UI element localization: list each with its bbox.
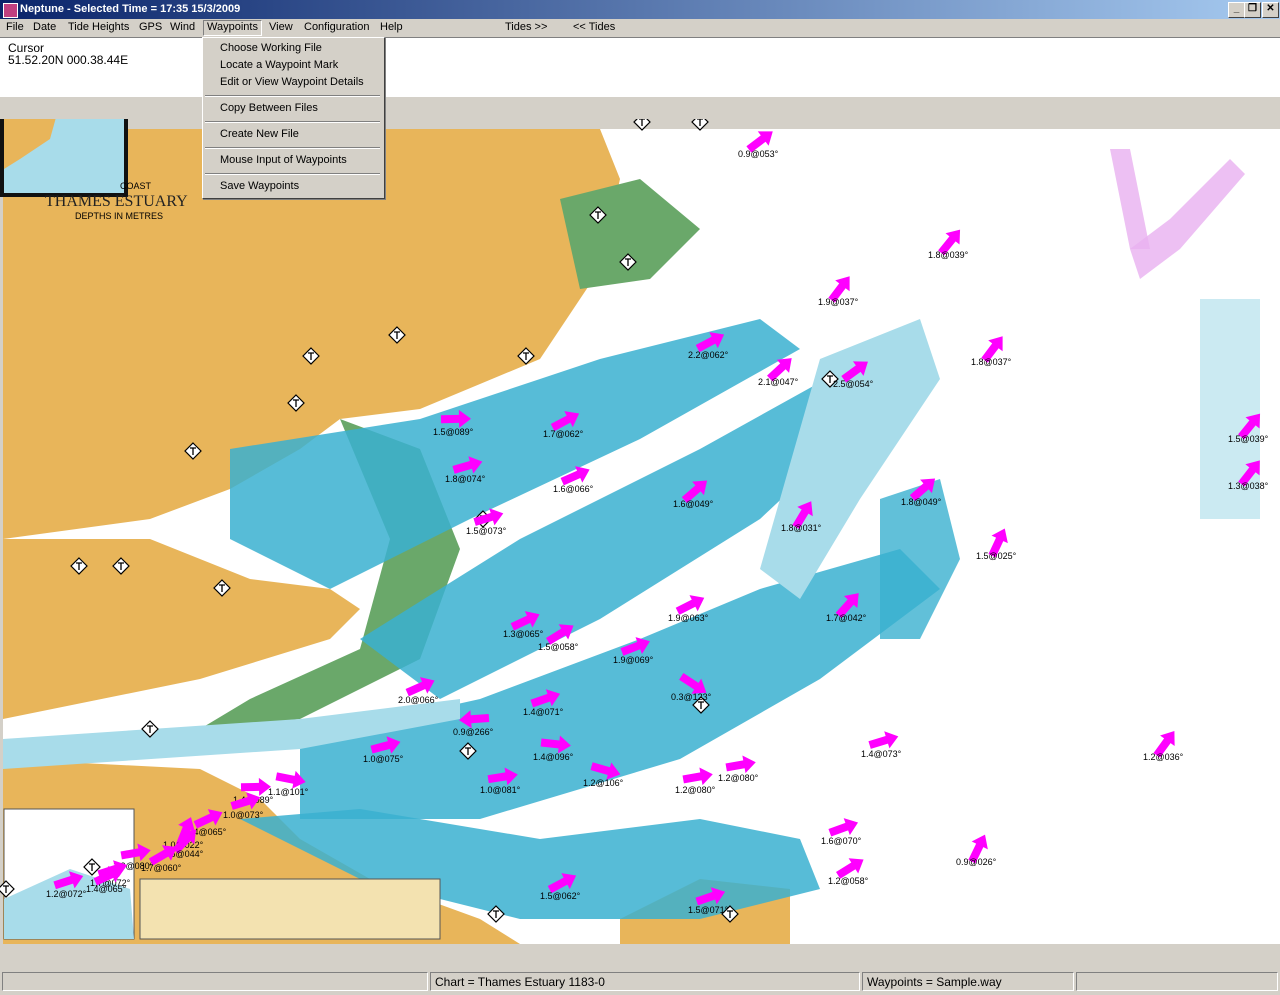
status-chart: Chart = Thames Estuary 1183-0 [430, 972, 860, 991]
menu-locate-waypoint[interactable]: Locate a Waypoint Mark [220, 59, 338, 71]
menu-gps[interactable]: GPS [136, 21, 165, 35]
chart-subtitle: DEPTHS IN METRES [75, 211, 163, 221]
chart-title: THAMES ESTUARY [45, 193, 188, 210]
tidal-stream-label: 0.9@026° [956, 857, 997, 867]
tidal-stream-label: 1.1@101° [268, 787, 309, 797]
tidal-stream-label: 1.4@065° [86, 884, 127, 894]
menu-date[interactable]: Date [30, 21, 59, 35]
cursor-position: 51.52.20N 000.38.44E [8, 53, 129, 67]
tidal-stream-label: 2.1@047° [758, 377, 799, 387]
tidal-stream-label: 1.8@031° [781, 523, 822, 533]
tidal-stream-label: 1.8@037° [971, 357, 1012, 367]
tidal-stream-label: 1.2@058° [828, 876, 869, 886]
tidal-stream-label: 1.8@049° [901, 497, 942, 507]
tidal-stream-label: 1.5@073° [466, 526, 507, 536]
chart-view[interactable]: COAST THAMES ESTUARY DEPTHS IN METRES 0.… [0, 119, 1280, 969]
window-title: Neptune - Selected Time = 17:35 15/3/200… [20, 3, 241, 15]
minimize-button[interactable]: _ [1228, 2, 1245, 18]
menu-choose-working-file[interactable]: Choose Working File [220, 42, 322, 54]
tides-back-button[interactable]: << Tides [570, 21, 618, 35]
status-cell-extra [1076, 972, 1278, 991]
tidal-stream-label: 1.7@060° [141, 863, 182, 873]
menu-tide-heights[interactable]: Tide Heights [65, 21, 132, 35]
tidal-stream-label: 1.2@080° [718, 773, 759, 783]
menu-separator [205, 121, 380, 123]
tidal-stream-label: 1.0@073° [223, 810, 264, 820]
tidal-stream-label: 1.5@071° [688, 905, 729, 915]
menu-separator [205, 173, 380, 175]
tidal-stream-label: 1.2@036° [1143, 752, 1184, 762]
tidal-stream-label: 1.9@037° [818, 297, 859, 307]
tidal-stream-label: 1.5@089° [433, 427, 474, 437]
menu-separator [205, 147, 380, 149]
tidal-levels-table [139, 878, 441, 940]
tool-band [0, 97, 1280, 120]
tidal-stream-label: 1.5@039° [1228, 434, 1269, 444]
restore-button[interactable]: ❐ [1244, 2, 1261, 18]
menu-waypoints[interactable]: Waypoints [203, 20, 262, 36]
app-icon[interactable] [3, 3, 18, 18]
tidal-stream-label: 1.6@070° [821, 836, 862, 846]
menu-view[interactable]: View [266, 21, 296, 35]
menu-file[interactable]: File [3, 21, 27, 35]
tidal-stream-label: 1.5@025° [976, 551, 1017, 561]
menu-wind[interactable]: Wind [167, 21, 198, 35]
cursor-panel: Cursor 51.52.20N 000.38.44E [0, 37, 1280, 98]
tidal-stream-label: 1.4@096° [533, 752, 574, 762]
menu-mouse-input[interactable]: Mouse Input of Waypoints [220, 154, 347, 166]
status-cell-empty [2, 972, 428, 991]
status-waypoints: Waypoints = Sample.way [862, 972, 1074, 991]
tidal-stream-label: 1.5@058° [538, 642, 579, 652]
tidal-stream-label: 1.2@072° [46, 889, 87, 899]
nautical-chart[interactable]: COAST THAMES ESTUARY DEPTHS IN METRES 0.… [0, 119, 1280, 969]
tidal-stream-label: 0.9@053° [738, 149, 779, 159]
tidal-stream-label: 2.0@066° [398, 695, 439, 705]
chart-title-small: COAST [120, 181, 152, 191]
tidal-stream-label: 1.2@106° [583, 778, 624, 788]
tidal-stream-label: 1.9@069° [613, 655, 654, 665]
tidal-stream-label: 1.7@062° [543, 429, 584, 439]
menu-bar: File Date Tide Heights GPS Wind Waypoint… [0, 19, 1280, 37]
close-button[interactable]: ✕ [1262, 2, 1279, 18]
tidal-stream-label: 1.4@073° [861, 749, 902, 759]
menu-copy-between-files[interactable]: Copy Between Files [220, 102, 318, 114]
tidal-stream-label: 1.0@081° [480, 785, 521, 795]
menu-save-waypoints[interactable]: Save Waypoints [220, 180, 299, 192]
waypoints-menu: Choose Working File Locate a Waypoint Ma… [202, 37, 385, 199]
tidal-stream-label: 1.4@071° [523, 707, 564, 717]
menu-edit-waypoint[interactable]: Edit or View Waypoint Details [220, 76, 364, 88]
title-bar: Neptune - Selected Time = 17:35 15/3/200… [0, 0, 1280, 19]
menu-configuration[interactable]: Configuration [301, 21, 372, 35]
menu-help[interactable]: Help [377, 21, 406, 35]
tidal-stream-label: 1.2@080° [675, 785, 716, 795]
menu-create-new-file[interactable]: Create New File [220, 128, 299, 140]
tidal-stream-label: 1.6@049° [673, 499, 714, 509]
tidal-stream-label: 0.9@266° [453, 727, 494, 737]
tidal-stream-label: 1.8@074° [445, 474, 486, 484]
tidal-stream-label: 1.0@075° [363, 754, 404, 764]
tidal-stream-label: 1.8@039° [928, 250, 969, 260]
menu-separator [205, 95, 380, 97]
tides-forward-button[interactable]: Tides >> [502, 21, 550, 35]
tidal-stream-label: 1.9@063° [668, 613, 709, 623]
tidal-stream-label: 2.5@054° [833, 379, 874, 389]
tidal-stream-label: 2.2@062° [688, 350, 729, 360]
tidal-stream-label: 1.5@062° [540, 891, 581, 901]
tidal-stream-label: 1.3@038° [1228, 481, 1269, 491]
tidal-stream-label: 1.6@066° [553, 484, 594, 494]
tidal-stream-label: 0.3@123° [671, 692, 712, 702]
tidal-stream-label: 1.3@065° [503, 629, 544, 639]
status-bar: Chart = Thames Estuary 1183-0 Waypoints … [0, 969, 1280, 995]
tidal-stream-label: 1.7@042° [826, 613, 867, 623]
